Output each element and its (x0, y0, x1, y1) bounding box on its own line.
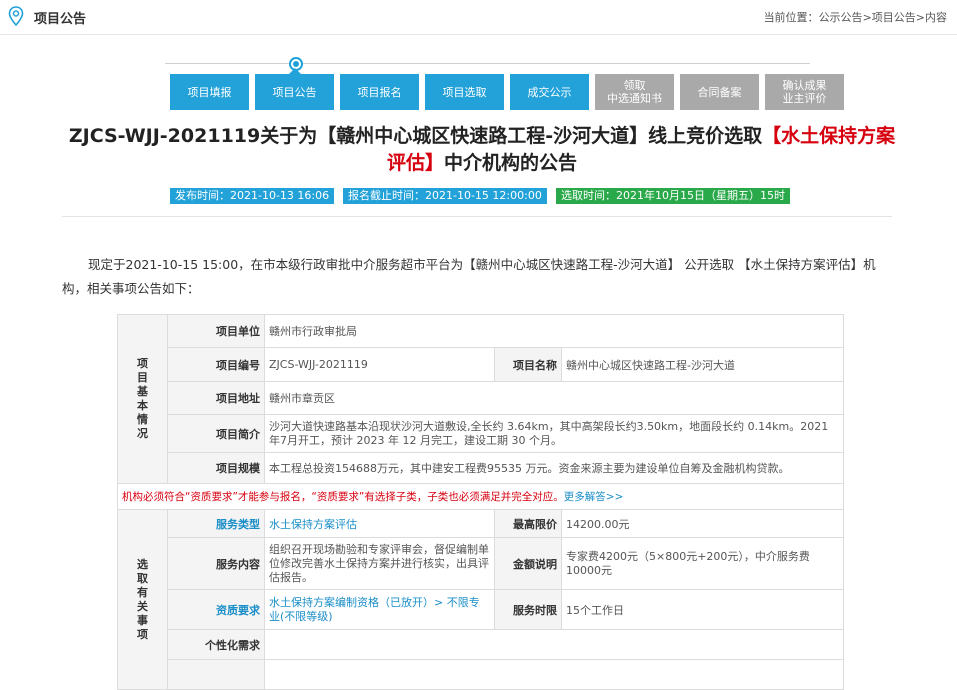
step-confirm-evaluate[interactable]: 确认成果 业主评价 (765, 74, 844, 110)
step-project-selection[interactable]: 项目选取 (425, 74, 504, 110)
step-receive-notice[interactable]: 领取 中选通知书 (595, 74, 674, 110)
page-title: 项目公告 (34, 12, 87, 27)
more-answers-link[interactable]: 更多解答>> (564, 491, 624, 503)
table-row: 服务内容 组织召开现场勘验和专家评审会，督促编制单位修改完善水土保持方案并进行核… (118, 537, 844, 590)
intro-value: 沙河大道快速路基本沿现状沙河大道敷设,全长约 3.64km，其中高架段长约3.5… (264, 414, 844, 453)
max-price-value: 14200.00元 (561, 509, 844, 538)
breadcrumb-item-announcements[interactable]: 公示公告 (819, 11, 863, 24)
intro-label: 项目简介 (167, 414, 265, 453)
empty-value (264, 659, 844, 690)
step-project-announcement[interactable]: 项目公告 (255, 68, 334, 110)
breadcrumb-label: 当前位置： (763, 11, 819, 24)
breadcrumb-item-project-announcement[interactable]: 项目公告 (872, 11, 916, 24)
selection-time-badge: 选取时间：2021年10月15日（星期五）15时 (556, 188, 790, 204)
empty-label (167, 659, 265, 690)
owner-label: 项目单位 (167, 314, 265, 348)
step-label: 项目报名 (357, 85, 402, 99)
amount-value: 专家费4200元（5×800元+200元），中介服务费10000元 (561, 537, 844, 590)
breadcrumb-separator: > (915, 11, 925, 24)
step-label: 成交公示 (527, 85, 572, 99)
publish-time-label: 发布时间： (175, 189, 230, 202)
project-info-table: 项目基本情况 项目单位 赣州市行政审批局 项目编号 ZJCS-WJJ-20211… (117, 314, 844, 690)
breadcrumb-separator: > (862, 11, 872, 24)
service-content-label: 服务内容 (167, 537, 265, 590)
breadcrumb-item-content: 内容 (925, 11, 947, 24)
table-row: 机构必须符合“资质要求”才能参与报名，“资质要求”有选择子类，子类也必须满足并完… (117, 483, 844, 510)
address-label: 项目地址 (167, 381, 265, 415)
top-bar: 项目公告 当前位置：公示公告>项目公告>内容 (0, 0, 957, 35)
section-label: 选取有关事项 (137, 557, 148, 641)
section-basic-info: 项目基本情况 (117, 314, 168, 484)
step-label-line2: 中选通知书 (607, 92, 662, 105)
selection-time-label: 选取时间： (561, 189, 616, 202)
step-label-line1: 领取 (623, 79, 646, 92)
title-part-2: 中介机构的公告 (444, 152, 578, 174)
table-row (118, 659, 844, 690)
section-selection: 选取有关事项 (117, 509, 168, 690)
deadline-badge: 报名截止时间：2021-10-15 12:00:00 (343, 188, 547, 204)
step-label-line2: 业主评价 (782, 92, 827, 105)
location-pin-icon (8, 6, 24, 26)
breadcrumb: 当前位置：公示公告>项目公告>内容 (764, 9, 947, 25)
duration-value: 15个工作日 (561, 589, 844, 630)
step-label: 项目公告 (272, 85, 317, 99)
custom-needs-label: 个性化需求 (167, 629, 265, 660)
address-value: 赣州市章贡区 (264, 381, 844, 415)
publish-time-value: 2021-10-13 16:06 (230, 189, 330, 202)
table-row: 项目编号 ZJCS-WJJ-2021119 项目名称 赣州中心城区快速路工程-沙… (118, 347, 844, 382)
table-row: 选取有关事项 服务类型 水土保持方案评估 最高限价 14200.00元 (117, 509, 844, 690)
step-label-line1: 确认成果 (782, 79, 827, 92)
step-label: 项目填报 (187, 85, 232, 99)
service-type-label: 服务类型 (167, 509, 265, 538)
deadline-label: 报名截止时间： (348, 189, 425, 202)
code-label: 项目编号 (167, 347, 265, 382)
scale-label: 项目规模 (167, 452, 265, 484)
step-project-registration[interactable]: 项目报名 (340, 74, 419, 110)
step-label: 合同备案 (697, 85, 742, 99)
custom-needs-value (264, 629, 844, 660)
qualification-value: 水土保持方案编制资格（已放开）> 不限专业(不限等级) (264, 589, 495, 630)
code-value: ZJCS-WJJ-2021119 (264, 347, 495, 382)
service-type-value: 水土保持方案评估 (264, 509, 495, 538)
intro-paragraph: 现定于2021-10-15 15:00，在市本级行政审批中介服务超市平台为【赣州… (62, 257, 876, 296)
service-content-value: 组织召开现场勘验和专家评审会，督促编制单位修改完善水土保持方案并进行核实，出具评… (264, 537, 495, 590)
selection-time-value: 2021年10月15日（星期五）15时 (616, 189, 785, 202)
table-row: 项目简介 沙河大道快速路基本沿现状沙河大道敷设,全长约 3.64km，其中高架段… (118, 414, 844, 453)
step-project-filing[interactable]: 项目填报 (170, 74, 249, 110)
scale-value: 本工程总投资154688万元，其中建安工程费95535 万元。资金来源主要为建设… (264, 452, 844, 484)
table-row: 项目地址 赣州市章贡区 (118, 381, 844, 415)
announcement-title: ZJCS-WJJ-2021119关于为【赣州中心城区快速路工程-沙河大道】线上竞… (62, 123, 902, 177)
qualification-label: 资质要求 (167, 589, 265, 630)
duration-label: 服务时限 (494, 589, 562, 630)
qualification-notice: 机构必须符合“资质要求”才能参与报名，“资质要求”有选择子类，子类也必须满足并完… (117, 483, 844, 510)
owner-value: 赣州市行政审批局 (264, 314, 844, 348)
notice-text: 机构必须符合“资质要求”才能参与报名，“资质要求”有选择子类，子类也必须满足并完… (122, 491, 564, 503)
amount-label: 金额说明 (494, 537, 562, 590)
table-row: 项目基本情况 项目单位 赣州市行政审批局 (117, 314, 844, 484)
title-part-1: ZJCS-WJJ-2021119关于为【赣州中心城区快速路工程-沙河大道】线上竞… (68, 125, 763, 147)
divider (62, 216, 892, 217)
step-contract-filing[interactable]: 合同备案 (680, 74, 759, 110)
publish-time-badge: 发布时间：2021-10-13 16:06 (170, 188, 335, 204)
name-label: 项目名称 (494, 347, 562, 382)
progress-line (165, 63, 810, 64)
table-row: 项目规模 本工程总投资154688万元，其中建安工程费95535 万元。资金来源… (118, 452, 844, 484)
section-label: 项目基本情况 (137, 357, 148, 440)
deadline-value: 2021-10-15 12:00:00 (425, 189, 542, 202)
name-value: 赣州中心城区快速路工程-沙河大道 (561, 347, 844, 382)
step-deal-publicity[interactable]: 成交公示 (510, 74, 589, 110)
table-row: 个性化需求 (118, 629, 844, 660)
max-price-label: 最高限价 (494, 509, 562, 538)
step-label: 项目选取 (442, 85, 487, 99)
table-row: 资质要求 水土保持方案编制资格（已放开）> 不限专业(不限等级) 服务时限 15… (118, 589, 844, 630)
